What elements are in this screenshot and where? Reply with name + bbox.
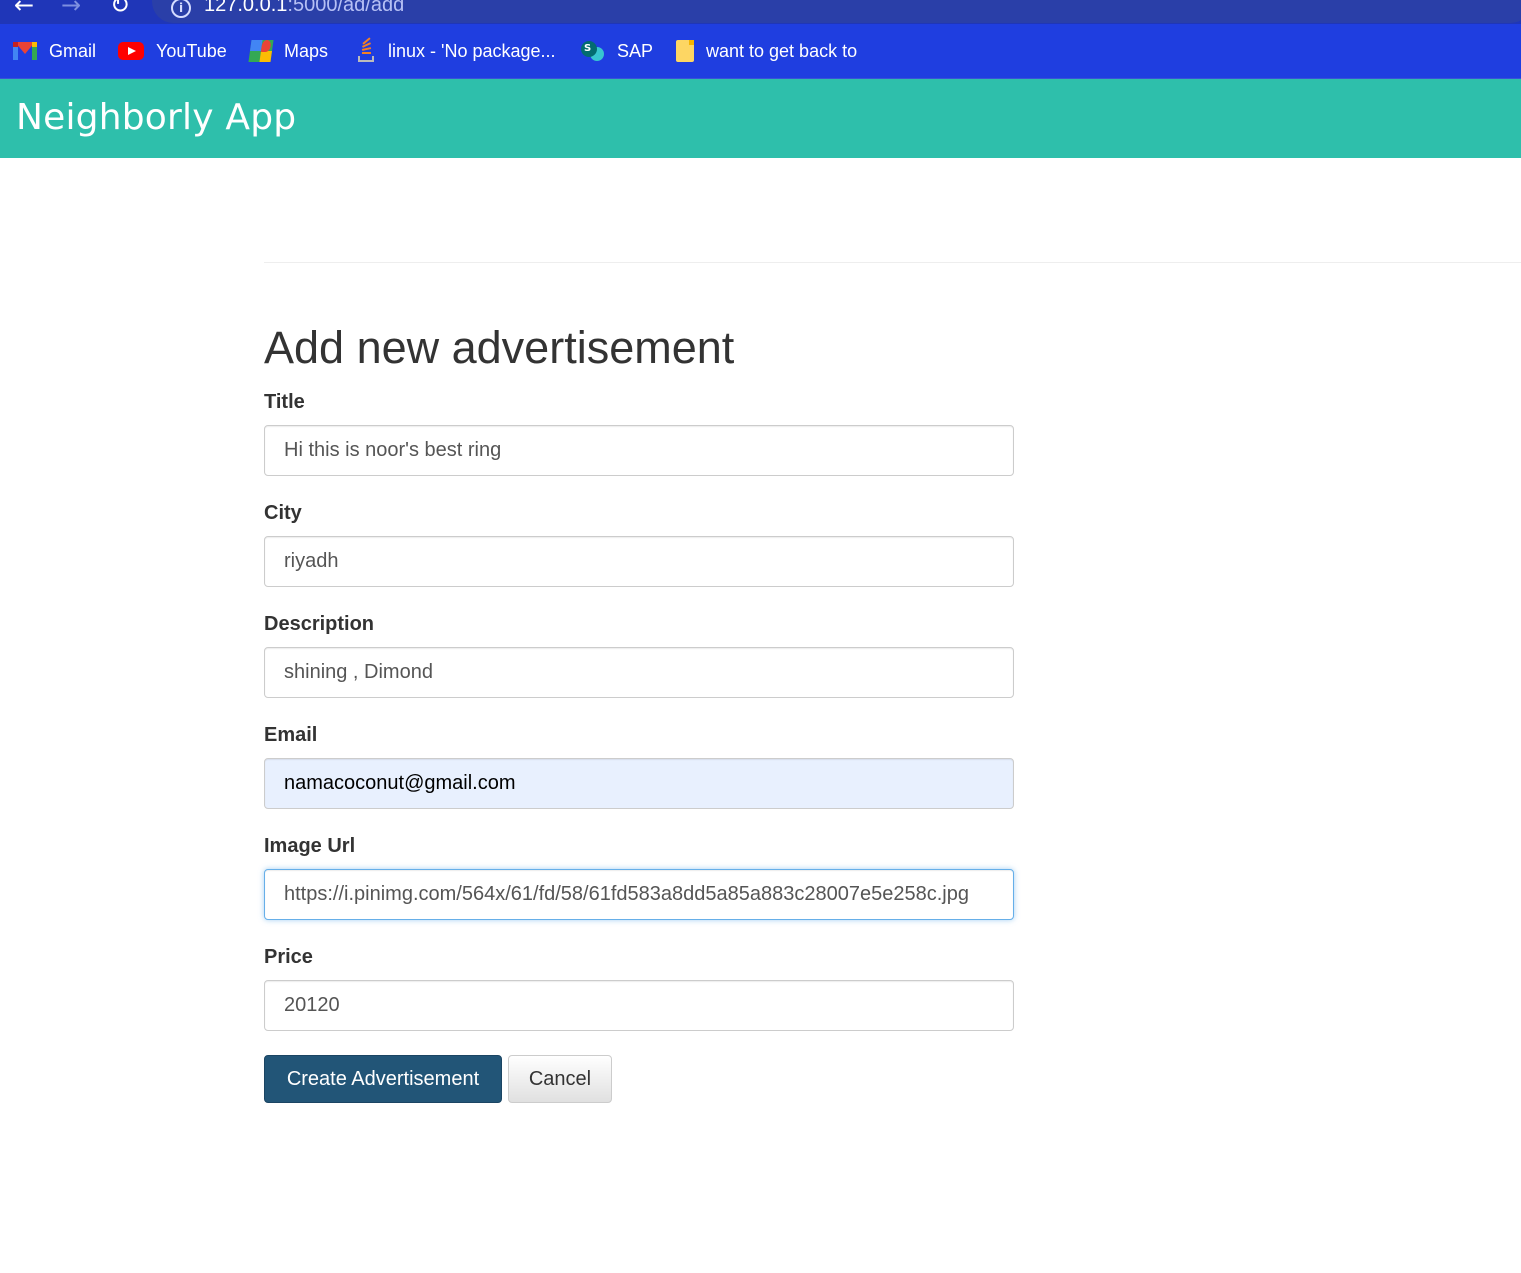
app-brand[interactable]: Neighborly App [16, 97, 296, 138]
maps-icon [248, 40, 274, 62]
image-url-input[interactable] [264, 869, 1014, 920]
description-input[interactable] [264, 647, 1014, 698]
email-label: Email [264, 724, 318, 746]
bookmark-label: Gmail [49, 40, 97, 61]
app-navbar: Neighborly App [0, 79, 1521, 158]
address-bar[interactable]: i 127.0.0.1:5000/ad/add [152, 0, 1521, 23]
stackoverflow-icon [356, 37, 376, 62]
description-label: Description [264, 613, 375, 635]
divider [264, 262, 1521, 263]
forward-arrow-icon[interactable]: → [56, 0, 86, 24]
city-input[interactable] [264, 536, 1014, 587]
bookmark-label: Maps [284, 40, 329, 61]
bookmark-label: want to get back to [706, 40, 858, 61]
create-advertisement-button[interactable]: Create Advertisement [264, 1055, 502, 1103]
city-label: City [264, 502, 302, 524]
bookmark-gmail[interactable]: Gmail [13, 24, 96, 78]
url-text[interactable]: 127.0.0.1:5000/ad/add [204, 0, 404, 17]
reload-icon[interactable]: ↻ [105, 0, 135, 24]
bookmark-label: linux - 'No package... [388, 40, 556, 61]
price-input[interactable] [264, 980, 1014, 1031]
url-path: :5000/ad/add [287, 0, 405, 16]
bookmark-want-to-get-back-to[interactable]: want to get back to [676, 24, 857, 78]
youtube-icon [118, 42, 144, 60]
cancel-button[interactable]: Cancel [508, 1055, 612, 1103]
bookmark-linux[interactable]: linux - 'No package... [356, 24, 556, 78]
bookmark-maps[interactable]: Maps [248, 24, 329, 78]
email-input[interactable] [264, 758, 1014, 809]
title-label: Title [264, 391, 305, 413]
browser-toolbar: ← → ↻ i 127.0.0.1:5000/ad/add [0, 0, 1521, 24]
page-title: Add new advertisement [264, 322, 735, 373]
gmail-icon [13, 42, 37, 60]
bookmarks-bar: Gmail YouTube Maps linux - 'No package..… [0, 24, 1521, 79]
sharepoint-icon: S [581, 39, 605, 63]
image-url-label: Image Url [264, 835, 356, 857]
price-label: Price [264, 946, 313, 968]
bookmark-label: YouTube [156, 40, 227, 61]
back-arrow-icon[interactable]: ← [9, 0, 39, 24]
site-info-icon[interactable]: i [171, 0, 191, 18]
title-input[interactable] [264, 425, 1014, 476]
bookmark-label: SAP [617, 40, 654, 61]
bookmark-sap[interactable]: S SAP [581, 24, 653, 78]
folder-icon [676, 40, 694, 62]
url-host: 127.0.0.1 [204, 0, 288, 16]
bookmark-youtube[interactable]: YouTube [118, 24, 227, 78]
